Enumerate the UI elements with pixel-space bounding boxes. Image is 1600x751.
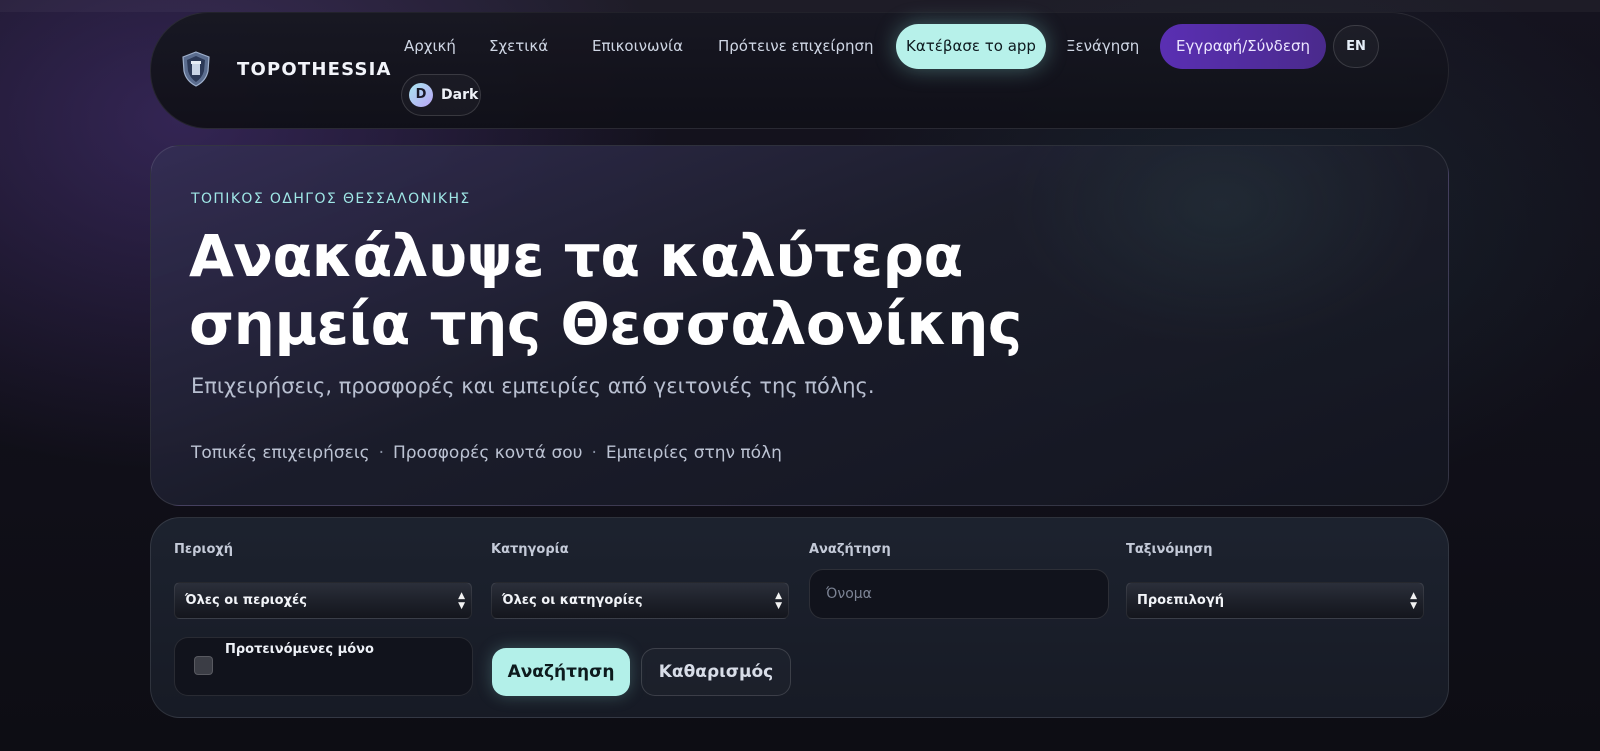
hero-title: Ανακάλυψε τα καλύτερα σημεία της Θεσσαλο… [189, 222, 1089, 358]
select-arrows-icon: ▲ ▼ [775, 590, 782, 611]
brand-logo-icon[interactable] [181, 51, 211, 87]
nav-about[interactable]: Σχετικά [489, 23, 548, 69]
hero-tags: Τοπικές επιχειρήσεις · Προσφορές κοντά σου… [191, 443, 782, 463]
language-toggle-button[interactable]: EN [1333, 25, 1379, 68]
nav-suggest-business[interactable]: Πρότεινε επιχείρηση [718, 23, 874, 69]
featured-only-checkbox[interactable] [194, 656, 213, 675]
signup-login-button[interactable]: Εγγραφή/Σύνδεση [1160, 24, 1326, 69]
area-label: Περιοχή [174, 542, 234, 557]
search-input[interactable] [809, 569, 1109, 619]
theme-toggle-button[interactable]: D Dark [401, 74, 481, 116]
nav-home[interactable]: Αρχική [404, 23, 456, 69]
top-strip [0, 0, 1600, 12]
tag-separator: · [378, 443, 384, 463]
sort-select-value: Προεπιλογή [1137, 593, 1224, 608]
theme-avatar-icon: D [409, 83, 433, 107]
hero-section: ΤΟΠΙΚΟΣ ΟΔΗΓΟΣ ΘΕΣΣΑΛΟΝΙΚΗΣ Ανακάλυψε τα… [150, 145, 1449, 506]
download-app-button[interactable]: Κατέβασε το app [896, 24, 1046, 69]
search-label: Αναζήτηση [809, 542, 891, 557]
clear-button[interactable]: Καθαρισμός [641, 648, 791, 696]
search-filters: Περιοχή Κατηγορία Αναζήτηση Ταξινόμηση Ό… [150, 517, 1449, 718]
featured-only-label: Προτεινόμενες μόνο [225, 642, 374, 657]
area-select-value: Όλες οι περιοχές [185, 593, 307, 608]
category-label: Κατηγορία [491, 542, 569, 557]
site-header: TOPOTHESSIA Αρχική Σχετικά Επικοινωνία Π… [150, 12, 1449, 129]
nav-contact[interactable]: Επικοινωνία [592, 23, 683, 69]
hero-title-line-1: Ανακάλυψε τα καλύτερα [189, 222, 963, 290]
hero-tag: Εμπειρίες στην πόλη [605, 443, 782, 463]
hero-tag: Τοπικές επιχειρήσεις [191, 443, 370, 463]
area-select[interactable]: Όλες οι περιοχές ▲ ▼ [174, 582, 472, 619]
brand-name[interactable]: TOPOTHESSIA [237, 59, 392, 80]
select-arrows-icon: ▲ ▼ [458, 590, 465, 611]
hero-tag: Προσφορές κοντά σου [392, 443, 583, 463]
sort-label: Ταξινόμηση [1126, 542, 1213, 557]
featured-only-toggle[interactable]: Προτεινόμενες μόνο [174, 637, 473, 696]
tag-separator: · [591, 443, 597, 463]
sort-select[interactable]: Προεπιλογή ▲ ▼ [1126, 582, 1424, 619]
nav-tour[interactable]: Ξενάγηση [1066, 23, 1139, 69]
hero-title-line-2: σημεία της Θεσσαλονίκης [189, 290, 1022, 358]
category-select[interactable]: Όλες οι κατηγορίες ▲ ▼ [491, 582, 789, 619]
category-select-value: Όλες οι κατηγορίες [502, 593, 643, 608]
hero-eyebrow: ΤΟΠΙΚΟΣ ΟΔΗΓΟΣ ΘΕΣΣΑΛΟΝΙΚΗΣ [191, 191, 471, 207]
hero-subtitle: Επιχειρήσεις, προσφορές και εμπειρίες απ… [191, 374, 875, 398]
theme-label: Dark [441, 87, 479, 103]
select-arrows-icon: ▲ ▼ [1410, 590, 1417, 611]
search-button[interactable]: Αναζήτηση [492, 648, 630, 696]
